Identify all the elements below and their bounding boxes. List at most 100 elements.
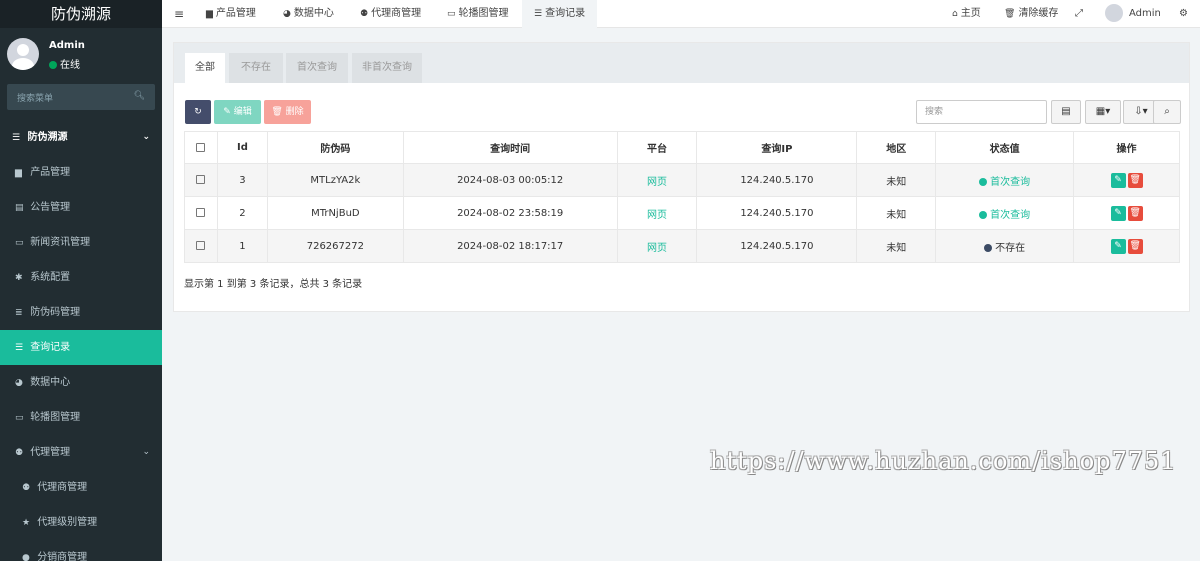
refresh-button[interactable]: ↻ bbox=[185, 100, 211, 124]
sidebar-item-data-center[interactable]: ◕ 数据中心 bbox=[0, 365, 162, 400]
select-all-checkbox[interactable] bbox=[196, 142, 206, 152]
home-link[interactable]: ⌂ 主页 bbox=[952, 0, 981, 28]
sidebar-item-carousel[interactable]: ▭ 轮播图管理 bbox=[0, 400, 162, 435]
row-select-cell[interactable] bbox=[184, 196, 218, 230]
home-icon: ⌂ bbox=[952, 9, 958, 19]
col-status[interactable]: 状态值 bbox=[935, 131, 1075, 164]
tab-data-center[interactable]: ◕ 数据中心 bbox=[283, 0, 334, 28]
col-platform[interactable]: 平台 bbox=[616, 131, 698, 164]
sidebar-item-agent-levels[interactable]: ★ 代理级别管理 bbox=[0, 505, 162, 540]
cell-status[interactable]: 首次查询 bbox=[935, 196, 1075, 230]
row-select-cell[interactable] bbox=[184, 163, 218, 197]
tab-first-query[interactable]: 首次查询 bbox=[286, 53, 348, 83]
sidebar-item-query-records[interactable]: ☰ 查询记录 bbox=[0, 330, 162, 365]
row-checkbox[interactable] bbox=[196, 208, 206, 217]
toggle-view-button[interactable]: ▤ bbox=[1051, 100, 1081, 124]
card-icon: ▭ bbox=[447, 9, 456, 19]
clear-cache-button[interactable]: 🗑︎ 清除缓存 bbox=[1004, 0, 1058, 28]
cell-platform[interactable]: 网页 bbox=[616, 196, 698, 230]
sidebar-item-label: 代理级别管理 bbox=[37, 517, 98, 528]
tab-query-records[interactable]: ☰ 查询记录 bbox=[522, 0, 598, 28]
tab-non-first-query[interactable]: 非首次查询 bbox=[352, 53, 422, 83]
sidebar-item-agent-manage[interactable]: ⚉ 代理商管理 bbox=[0, 470, 162, 505]
row-delete-button[interactable]: 🗑︎ bbox=[1127, 238, 1143, 254]
advanced-search-button[interactable]: ⌕ bbox=[1153, 100, 1181, 124]
columns-button[interactable]: ▦▾ bbox=[1085, 100, 1121, 124]
gears-icon[interactable]: ⚙ bbox=[1179, 0, 1188, 28]
avatar bbox=[7, 38, 39, 70]
sidebar-item-settings[interactable]: ✱ 系统配置 bbox=[0, 260, 162, 295]
sidebar-item-anti-fake[interactable]: ☰ 防伪溯源 ⌄ bbox=[0, 120, 162, 155]
row-select-cell[interactable] bbox=[184, 229, 218, 263]
sidebar-search-input[interactable]: 搜索菜单 🔍︎ bbox=[7, 84, 155, 110]
edit-label: 编辑 bbox=[233, 107, 252, 117]
sidebar-item-products[interactable]: ▆ 产品管理 bbox=[0, 155, 162, 190]
cell-status[interactable]: 首次查询 bbox=[935, 163, 1075, 197]
online-dot-icon bbox=[49, 61, 57, 69]
tab-agents[interactable]: ⚉ 代理商管理 bbox=[360, 0, 421, 28]
dashboard-icon: ◕ bbox=[283, 9, 291, 19]
table-row[interactable]: 3 MTLzYA2k 2024-08-03 00:05:12 网页 124.24… bbox=[184, 163, 1180, 197]
edit-button[interactable]: ✎ 编辑 bbox=[214, 100, 261, 124]
row-edit-button[interactable]: ✎ bbox=[1110, 172, 1126, 188]
columns-icon: ▦▾ bbox=[1095, 106, 1111, 117]
filter-tabs: 全部 不存在 首次查询 非首次查询 bbox=[174, 43, 1189, 83]
col-ip[interactable]: 查询IP bbox=[696, 131, 858, 164]
cell-platform[interactable]: 网页 bbox=[616, 229, 698, 263]
user-menu[interactable]: Admin bbox=[1105, 0, 1161, 28]
menu-toggle-icon[interactable]: ≡ bbox=[174, 0, 184, 28]
nav-label: 产品管理 bbox=[215, 8, 256, 19]
app-logo[interactable]: 防伪溯源 bbox=[0, 0, 162, 28]
tab-products[interactable]: ▆ 产品管理 bbox=[206, 0, 256, 28]
select-all-cell[interactable] bbox=[184, 131, 218, 164]
cell-time: 2024-08-03 00:05:12 bbox=[402, 163, 618, 197]
briefcase-icon: ▆ bbox=[15, 168, 22, 178]
tab-carousel[interactable]: ▭ 轮播图管理 bbox=[447, 0, 509, 28]
fullscreen-icon[interactable]: ⤢ bbox=[1075, 0, 1083, 28]
avatar bbox=[1105, 4, 1123, 22]
admin-label: Admin bbox=[1129, 8, 1161, 19]
sidebar-item-distributors[interactable]: ● 分销商管理 bbox=[0, 540, 162, 561]
cell-status[interactable]: 不存在 bbox=[935, 229, 1075, 263]
status-label: 不存在 bbox=[995, 242, 1026, 254]
row-checkbox[interactable] bbox=[196, 175, 206, 184]
col-time[interactable]: 查询时间 bbox=[402, 131, 618, 164]
sidebar-item-agents[interactable]: ⚉ 代理管理 ⌄ bbox=[0, 435, 162, 470]
row-edit-button[interactable]: ✎ bbox=[1110, 205, 1126, 221]
status-label: 首次查询 bbox=[990, 176, 1031, 188]
delete-button[interactable]: 🗑︎ 删除 bbox=[264, 100, 311, 124]
row-edit-button[interactable]: ✎ bbox=[1110, 238, 1126, 254]
sidebar-item-label: 公告管理 bbox=[30, 202, 71, 213]
sidebar-item-news[interactable]: ▭ 新闻资讯管理 bbox=[0, 225, 162, 260]
search-icon[interactable]: 🔍︎ bbox=[134, 91, 145, 101]
sidebar-item-label: 代理商管理 bbox=[37, 482, 88, 493]
row-delete-button[interactable]: 🗑︎ bbox=[1127, 205, 1143, 221]
sidebar-item-label: 产品管理 bbox=[30, 167, 71, 178]
sidebar-item-notices[interactable]: ▤ 公告管理 bbox=[0, 190, 162, 225]
tab-not-exist[interactable]: 不存在 bbox=[229, 53, 283, 83]
col-region[interactable]: 地区 bbox=[856, 131, 937, 164]
sidebar-item-label: 轮播图管理 bbox=[30, 412, 81, 423]
table-row[interactable]: 1 726267272 2024-08-02 18:17:17 网页 124.2… bbox=[184, 229, 1180, 263]
table-row[interactable]: 2 MTrNjBuD 2024-08-02 23:58:19 网页 124.24… bbox=[184, 196, 1180, 230]
row-checkbox[interactable] bbox=[196, 241, 206, 250]
col-id[interactable]: Id bbox=[216, 131, 268, 164]
list-icon: ☰ bbox=[15, 343, 24, 353]
search-icon: ⌕ bbox=[1164, 106, 1170, 117]
table-search-input[interactable]: 搜索 bbox=[916, 100, 1047, 124]
watermark-text: https://www.huzhan.com/ishop7751 bbox=[710, 447, 1177, 475]
status-dot-icon bbox=[979, 177, 988, 186]
briefcase-icon: ▆ bbox=[206, 9, 213, 19]
doc-icon: ≣ bbox=[15, 308, 23, 318]
sidebar-item-codes[interactable]: ≣ 防伪码管理 bbox=[0, 295, 162, 330]
file-icon: ▤ bbox=[15, 203, 24, 213]
col-code[interactable]: 防伪码 bbox=[266, 131, 404, 164]
row-delete-button[interactable]: 🗑︎ bbox=[1127, 172, 1143, 188]
status-dot-icon bbox=[984, 243, 993, 252]
list-icon: ☰ bbox=[534, 9, 543, 19]
tab-all[interactable]: 全部 bbox=[185, 53, 225, 83]
user-name: Admin bbox=[49, 40, 85, 51]
home-label: 主页 bbox=[960, 8, 981, 19]
cell-platform[interactable]: 网页 bbox=[616, 163, 698, 197]
cell-time: 2024-08-02 23:58:19 bbox=[402, 196, 618, 230]
